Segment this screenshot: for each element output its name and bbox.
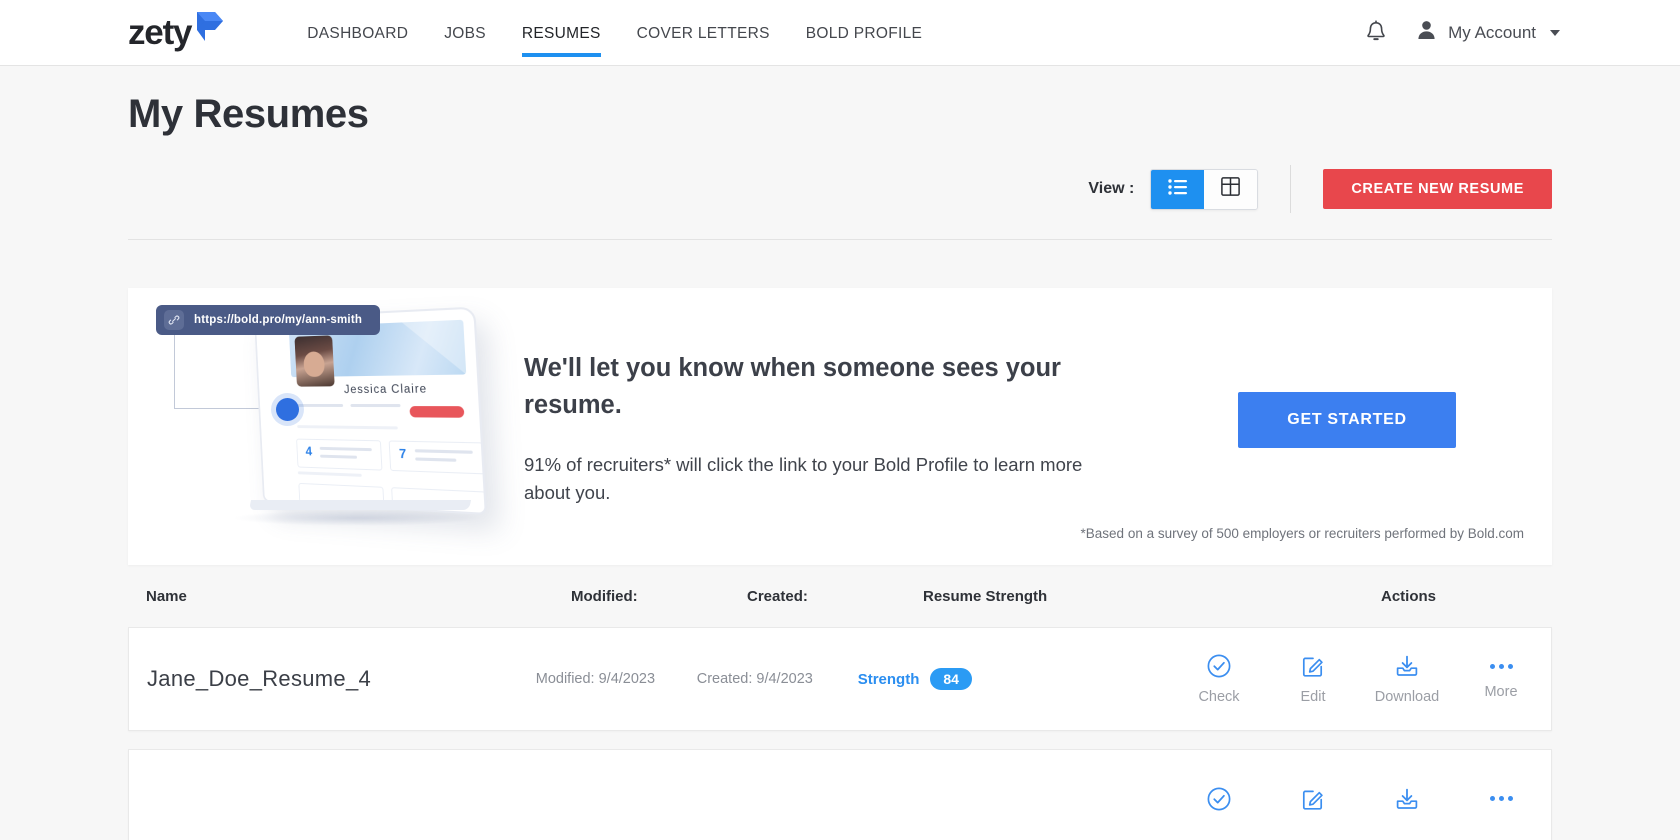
main-nav: DASHBOARD JOBS RESUMES COVER LETTERS BOL… (307, 0, 922, 65)
strength-label: Strength (858, 671, 920, 688)
check-circle-icon (1206, 786, 1232, 817)
check-action-label: Check (1198, 689, 1239, 705)
device-line (298, 471, 362, 477)
toolbar-divider (1290, 165, 1291, 213)
device-profile-name: Jessica Claire (344, 383, 428, 396)
device-cta-button (409, 406, 464, 418)
grid-view-button[interactable] (1204, 170, 1257, 209)
check-circle-icon (1206, 653, 1232, 684)
nav-item-jobs[interactable]: JOBS (444, 0, 486, 65)
bell-icon[interactable] (1365, 20, 1387, 45)
nav-item-dashboard[interactable]: DASHBOARD (307, 0, 408, 65)
resumes-table-header: Name Modified: Created: Resume Strength … (128, 565, 1552, 627)
promo-paragraph: 91% of recruiters* will click the link t… (524, 451, 1112, 507)
download-action-label: Download (1375, 689, 1440, 705)
download-action-button[interactable]: Download (1375, 653, 1439, 705)
column-header-name: Name (146, 588, 571, 605)
more-action-label: More (1484, 684, 1517, 700)
resumes-toolbar: View : (128, 165, 1552, 240)
page-content: My Resumes View : (0, 92, 1680, 840)
promo-footnote: *Based on a survey of 500 employers or r… (1081, 526, 1524, 541)
logo-text: zety (128, 15, 191, 50)
resume-strength: Strength 84 (858, 668, 1187, 690)
device-line (350, 404, 400, 407)
list-view-button[interactable] (1151, 170, 1204, 209)
list-view-icon (1168, 179, 1188, 200)
check-action-button[interactable] (1187, 786, 1251, 817)
download-icon (1394, 653, 1420, 684)
zety-logo[interactable]: zety (128, 0, 223, 65)
device-stat-1: 4 (305, 444, 312, 459)
promo-illustration: https://bold.pro/my/ann-smith Jessica Cl… (128, 288, 498, 565)
column-header-actions: Actions (1283, 588, 1534, 605)
get-started-button[interactable]: GET STARTED (1238, 392, 1456, 448)
view-toggle-group (1150, 169, 1258, 210)
column-header-modified: Modified: (571, 588, 747, 605)
device-line (296, 404, 343, 407)
device-shadow (232, 510, 482, 526)
promo-text-block: We'll let you know when someone sees you… (498, 288, 1552, 565)
ellipsis-icon (1490, 786, 1513, 812)
grid-view-icon (1221, 177, 1240, 201)
resume-modified: Modified: 9/4/2023 (536, 671, 697, 687)
edit-action-label: Edit (1301, 689, 1326, 705)
account-label: My Account (1448, 23, 1536, 43)
profile-url-badge[interactable]: https://bold.pro/my/ann-smith (156, 305, 380, 335)
status-badge: 84 (930, 668, 972, 690)
device-avatar (294, 335, 334, 386)
more-action-button[interactable]: More (1469, 653, 1533, 705)
resume-actions: Check Edit (1187, 653, 1533, 705)
resume-actions (1187, 786, 1533, 817)
device-line (297, 425, 398, 429)
ellipsis-icon (1490, 653, 1513, 679)
download-icon (1394, 786, 1420, 817)
device-stat-2: 7 (399, 446, 407, 462)
profile-url-text: https://bold.pro/my/ann-smith (194, 314, 362, 326)
column-header-strength: Resume Strength (923, 588, 1283, 605)
link-icon (164, 310, 184, 330)
nav-item-resumes[interactable]: RESUMES (522, 0, 601, 65)
download-action-button[interactable] (1375, 786, 1439, 817)
user-icon (1417, 20, 1436, 45)
account-menu[interactable]: My Account (1417, 20, 1560, 45)
edit-pencil-icon (1300, 786, 1326, 817)
table-row[interactable] (128, 749, 1552, 840)
flag-arrow-icon (193, 8, 223, 47)
create-new-resume-button[interactable]: CREATE NEW RESUME (1323, 169, 1552, 209)
top-navigation-bar: zety DASHBOARD JOBS RESUMES COVER LETTER… (0, 0, 1680, 66)
page-title: My Resumes (128, 92, 1552, 137)
check-action-button[interactable]: Check (1187, 653, 1251, 705)
header-right-cluster: My Account (1365, 20, 1560, 45)
nav-item-bold-profile[interactable]: BOLD PROFILE (806, 0, 922, 65)
edit-pencil-icon (1300, 653, 1326, 684)
promo-heading: We'll let you know when someone sees you… (524, 350, 1112, 424)
more-action-button[interactable] (1469, 786, 1533, 817)
resume-name: Jane_Doe_Resume_4 (147, 666, 536, 692)
resume-created: Created: 9/4/2023 (697, 671, 858, 687)
column-header-created: Created: (747, 588, 923, 605)
device-base (249, 500, 471, 510)
nav-item-cover-letters[interactable]: COVER LETTERS (637, 0, 770, 65)
table-row[interactable]: Jane_Doe_Resume_4 Modified: 9/4/2023 Cre… (128, 627, 1552, 731)
edit-action-button[interactable] (1281, 786, 1345, 817)
connector-dot (276, 398, 299, 421)
edit-action-button[interactable]: Edit (1281, 653, 1345, 705)
chevron-down-icon (1550, 30, 1560, 36)
view-label: View : (1088, 180, 1134, 198)
bold-profile-promo-banner: https://bold.pro/my/ann-smith Jessica Cl… (128, 288, 1552, 565)
